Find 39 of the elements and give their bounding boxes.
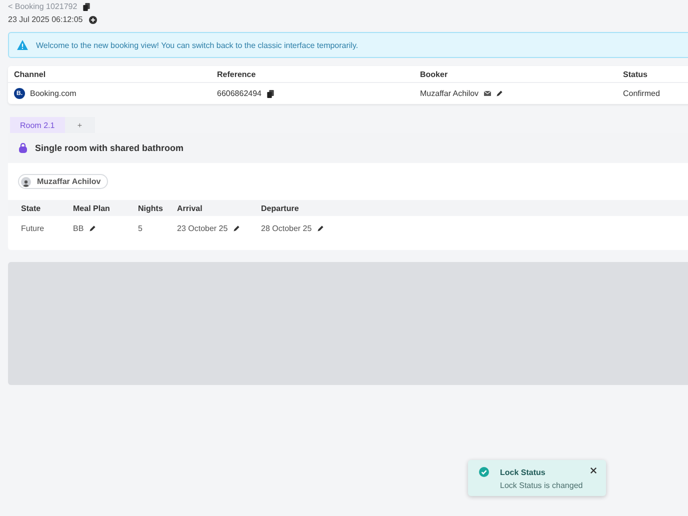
booking-status: Confirmed [623, 89, 660, 98]
column-header: Nights [138, 204, 164, 212]
arrival-cell: 23 October 25 [177, 224, 228, 232]
booker-name: Muzaffar Achilov [420, 89, 479, 98]
column-header: State [21, 204, 42, 212]
back-link[interactable]: < Booking 1021792 [8, 2, 78, 11]
channel-name: Booking.com [30, 89, 76, 98]
toast-message: Lock Status is changed [500, 481, 584, 492]
pencil-icon[interactable] [88, 224, 96, 232]
reference-number: 6606862494 [217, 89, 262, 98]
column-header: Arrival [177, 204, 204, 212]
envelope-icon[interactable] [484, 91, 491, 96]
toast-title: Lock Status [500, 468, 546, 476]
notice-text: Welcome to the new booking view! You can switch back to the classic interface temporarily. [36, 40, 358, 50]
pencil-icon[interactable] [232, 224, 240, 232]
lock-icon [19, 143, 27, 153]
departure-cell: 28 October 25 [261, 224, 312, 232]
copy-icon[interactable] [83, 2, 90, 10]
warning-icon [17, 40, 28, 50]
room-tab[interactable]: Room 2.1 [10, 117, 65, 133]
column-header: Channel [14, 70, 46, 78]
guest-chip[interactable]: Muzaffar Achilov [18, 174, 108, 189]
avatar-icon [21, 176, 31, 186]
column-header: Departure [261, 204, 300, 212]
state-cell-text: Future [21, 224, 46, 232]
meal-plan-cell: BB [73, 224, 84, 232]
nights-cell-text: 5 [138, 224, 144, 232]
column-header: Status [623, 70, 648, 78]
copy-icon[interactable] [266, 90, 274, 98]
check-circle-icon [479, 467, 489, 477]
created-date: 23 Jul 2025 06:12:05 [8, 15, 83, 24]
room-tab[interactable]: + [64, 117, 95, 133]
pencil-icon[interactable] [496, 90, 503, 97]
pencil-icon[interactable] [316, 224, 324, 232]
column-header: Meal Plan [73, 204, 111, 212]
column-header: Reference [217, 70, 256, 78]
room-title: Single room with shared bathroom [35, 143, 184, 153]
plus-circle-icon[interactable] [88, 16, 97, 24]
column-header: Booker [420, 70, 448, 78]
